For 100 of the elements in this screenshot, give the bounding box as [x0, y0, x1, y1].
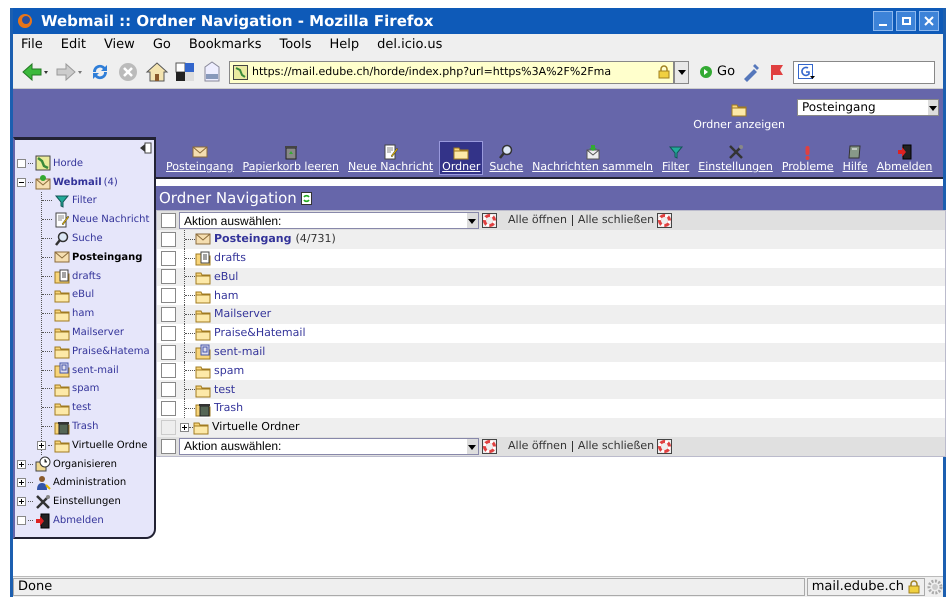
gear-icon[interactable] — [927, 579, 943, 595]
toolbar-button[interactable]: Hilfe — [840, 141, 871, 175]
checkbox[interactable] — [161, 382, 176, 398]
folder-link[interactable]: ham — [214, 288, 238, 304]
folder-link[interactable]: eBul — [214, 268, 238, 286]
menu-item[interactable]: Edit — [60, 35, 86, 55]
menu-item[interactable]: View — [104, 35, 135, 55]
tree-label[interactable]: Einstellungen — [53, 494, 121, 510]
folder-link[interactable]: sent-mail — [214, 344, 266, 360]
tree-link[interactable]: Trash — [72, 419, 98, 434]
menu-item[interactable]: Tools — [279, 35, 312, 55]
lifebuoy-icon[interactable] — [482, 213, 497, 228]
checkbox[interactable] — [161, 232, 176, 247]
folder-select[interactable]: Posteingang — [797, 98, 939, 116]
close-all-link[interactable]: Alle schließen — [578, 212, 654, 229]
folder-link[interactable]: Posteingang — [214, 231, 292, 248]
toolbar-button[interactable]: Ordner — [439, 141, 484, 175]
checkbox[interactable] — [161, 213, 176, 228]
expand-toggle[interactable] — [37, 440, 46, 450]
tree-link[interactable]: eBul — [72, 287, 94, 302]
map-icon — [35, 155, 51, 172]
expand-toggle[interactable] — [17, 460, 26, 469]
close-all-link[interactable]: Alle schließen — [578, 438, 654, 455]
refresh-icon[interactable] — [300, 192, 312, 204]
expand-toggle[interactable] — [17, 478, 26, 488]
caret-icon — [678, 70, 686, 74]
tree-link[interactable]: Suche — [72, 231, 103, 246]
menu-item[interactable]: Go — [152, 35, 171, 55]
folder-link[interactable]: spam — [214, 362, 244, 380]
squares-icon[interactable] — [175, 62, 195, 82]
tree-link[interactable]: Abmelden — [53, 513, 104, 528]
folder-link[interactable]: Mailserver — [214, 306, 272, 323]
folder-link[interactable]: test — [214, 382, 236, 398]
lifebuoy-icon[interactable] — [657, 438, 672, 454]
menu-item[interactable]: Help — [330, 35, 360, 55]
action-select[interactable]: Aktion auswählen: — [179, 212, 479, 229]
checkbox[interactable] — [161, 269, 176, 284]
tree-link[interactable]: Horde — [53, 156, 84, 171]
lifebuoy-icon[interactable] — [657, 213, 672, 228]
dropdown-button[interactable] — [674, 60, 689, 84]
tree-link[interactable]: drafts — [72, 268, 102, 284]
folder-link[interactable]: Praise&Hatemail — [214, 325, 306, 342]
checkbox[interactable] — [161, 344, 176, 360]
menu-item[interactable]: del.icio.us — [377, 35, 442, 55]
action-select[interactable]: Aktion auswählen: — [179, 438, 479, 455]
folder-link[interactable]: drafts — [214, 250, 246, 266]
exclamation-icon — [805, 146, 810, 160]
toolbar-button[interactable]: Nachrichten sammeln — [529, 141, 656, 175]
forward-arrow-icon[interactable] — [55, 61, 83, 83]
tree-link[interactable]: Filter — [72, 193, 97, 208]
toolbar-button[interactable]: Probleme — [778, 143, 837, 175]
open-all-link[interactable]: Alle öffnen — [508, 212, 567, 229]
tree-label[interactable]: Virtuelle Ordne — [72, 438, 148, 453]
checkbox[interactable] — [161, 401, 176, 416]
tree-label[interactable]: Posteingang — [72, 250, 142, 265]
address-field[interactable]: https://mail.edube.ch/horde/index.php?url=https%3A%2F%2Fma — [229, 60, 674, 84]
clock-icon — [35, 456, 51, 472]
folder-link[interactable]: Trash — [214, 400, 244, 417]
maximize-button[interactable] — [896, 11, 916, 31]
toolbar-button[interactable]: Suche — [486, 141, 526, 175]
checkbox[interactable] — [161, 438, 176, 454]
search-field[interactable] — [793, 60, 935, 84]
menu-item[interactable]: File — [21, 35, 43, 55]
tree-link[interactable]: Praise&Hatema — [72, 344, 150, 359]
tree-link[interactable]: Neue Nachricht — [72, 212, 150, 228]
toolbar-button[interactable]: Abmelden — [874, 141, 936, 175]
tree-link[interactable]: Mailserver — [72, 325, 124, 340]
home-icon[interactable] — [145, 61, 169, 83]
lifebuoy-icon[interactable] — [482, 438, 497, 454]
menu-item[interactable]: Bookmarks — [188, 35, 262, 55]
checkbox[interactable] — [161, 288, 176, 304]
tree-link[interactable]: ham — [72, 306, 94, 322]
folder-document-icon — [54, 268, 70, 284]
toolbar-button[interactable]: Posteingang — [163, 141, 236, 175]
tools-icon — [35, 494, 51, 510]
collapse-toggle[interactable] — [17, 178, 26, 187]
open-all-link[interactable]: Alle öffnen — [508, 438, 567, 455]
toolbar-button[interactable]: Neue Nachricht — [345, 141, 436, 175]
folder-document-icon — [195, 344, 211, 360]
checkbox[interactable] — [161, 363, 176, 378]
checkbox[interactable] — [161, 307, 176, 322]
minimize-button[interactable] — [873, 11, 893, 31]
checkbox[interactable] — [161, 250, 176, 266]
go-button[interactable]: Go — [699, 62, 736, 82]
show-folders-link[interactable]: Ordner anzeigen — [693, 100, 785, 134]
tree-label[interactable]: Administration — [53, 475, 126, 490]
checkbox[interactable] — [161, 326, 176, 341]
notepad-icon — [382, 144, 399, 160]
close-button[interactable] — [919, 11, 939, 31]
back-arrow-icon[interactable] — [21, 61, 49, 83]
tree-link[interactable]: spam — [72, 381, 100, 396]
tree-link[interactable]: sent-mail — [72, 362, 119, 378]
tree-label[interactable]: Organisieren — [53, 456, 117, 472]
tree-link[interactable]: test — [72, 400, 92, 416]
collapse-sidebar-icon[interactable] — [140, 142, 152, 154]
toolbar-button[interactable]: Einstellungen — [695, 141, 776, 175]
expand-toggle[interactable] — [17, 497, 26, 506]
toolbar-button[interactable]: Papierkorb leeren — [240, 141, 342, 175]
tree-link[interactable]: Webmail — [53, 174, 102, 190]
toolbar-button[interactable]: Filter — [659, 141, 692, 175]
